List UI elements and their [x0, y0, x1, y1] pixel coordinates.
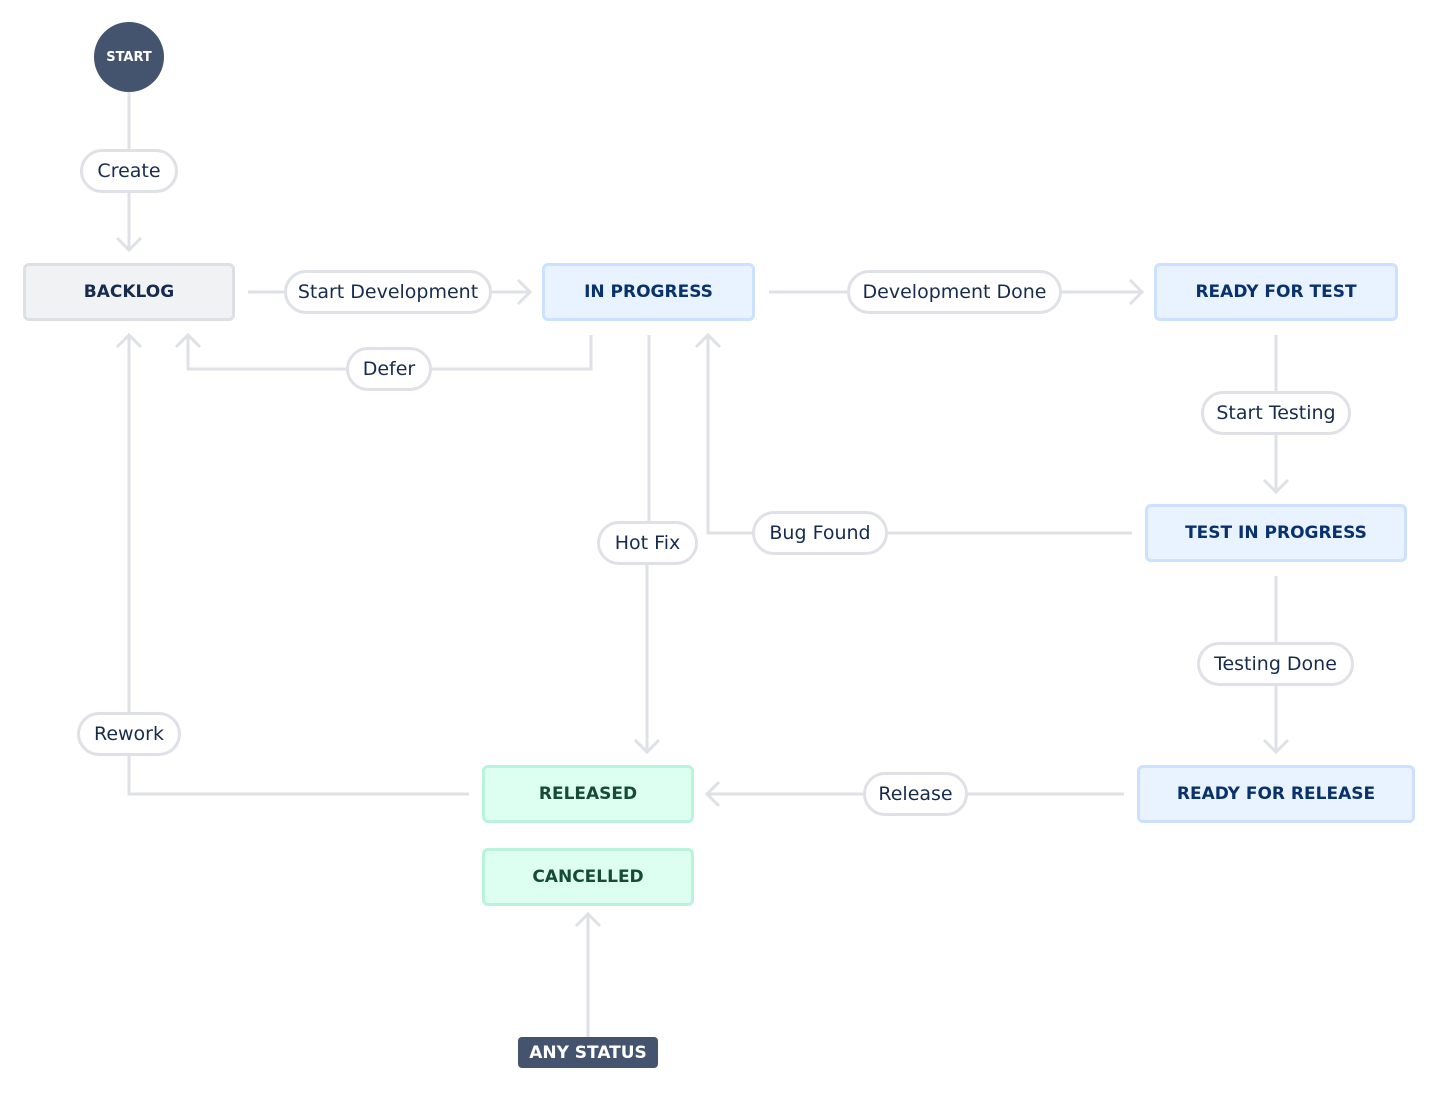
status-cancelled[interactable]: CANCELLED — [482, 848, 694, 906]
status-test-in-progress[interactable]: TEST IN PROGRESS — [1145, 504, 1407, 562]
transition-defer[interactable]: Defer — [346, 347, 432, 391]
any-status-node[interactable]: ANY STATUS — [518, 1037, 658, 1068]
status-ready-for-release[interactable]: READY FOR RELEASE — [1137, 765, 1415, 823]
start-node[interactable]: START — [94, 22, 164, 92]
transition-start-testing[interactable]: Start Testing — [1201, 391, 1351, 435]
transition-create[interactable]: Create — [80, 149, 178, 193]
status-backlog[interactable]: BACKLOG — [23, 263, 235, 321]
status-released[interactable]: RELEASED — [482, 765, 694, 823]
transition-bug-found[interactable]: Bug Found — [752, 511, 888, 555]
status-ready-for-test[interactable]: READY FOR TEST — [1154, 263, 1398, 321]
status-in-progress[interactable]: IN PROGRESS — [542, 263, 755, 321]
transition-testing-done[interactable]: Testing Done — [1197, 642, 1354, 686]
edge-bug-found — [694, 332, 1132, 535]
edge-any-status — [574, 911, 602, 1037]
transition-rework[interactable]: Rework — [77, 712, 181, 756]
transition-release[interactable]: Release — [863, 772, 968, 816]
transition-development-done[interactable]: Development Done — [847, 270, 1062, 314]
transition-hot-fix[interactable]: Hot Fix — [597, 521, 698, 565]
transition-start-development[interactable]: Start Development — [284, 270, 492, 314]
